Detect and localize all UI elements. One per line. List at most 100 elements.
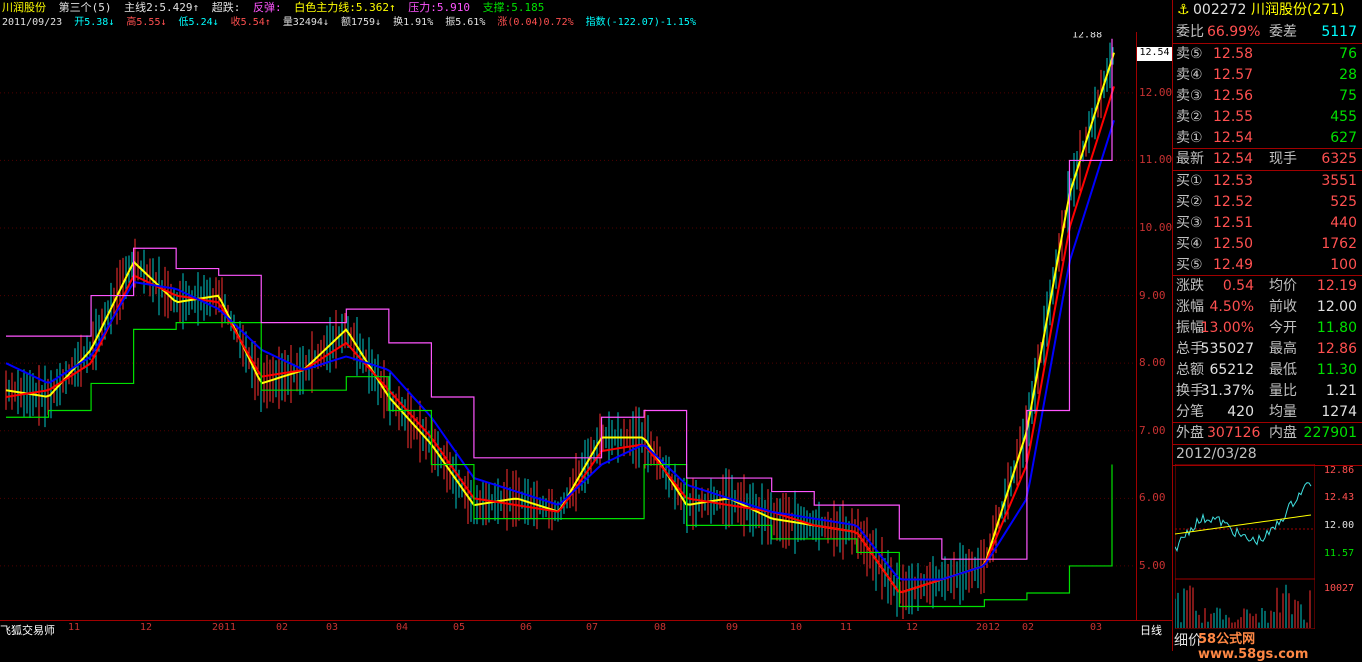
stat-label: 涨跌 <box>1176 278 1204 294</box>
stat-value-2: 11.80 <box>1316 320 1357 336</box>
stat-value-2: 1.21 <box>1325 383 1357 399</box>
y-tick-label: 10.00 <box>1139 221 1173 234</box>
stat-row: 换手 31.37% 量比 1.21 <box>1173 381 1360 401</box>
sell-price: 12.54 <box>1213 130 1254 146</box>
x-tick-label: 05 <box>453 622 466 633</box>
stat-label-2: 最低 <box>1269 362 1297 378</box>
price-chart[interactable]: 12.884.12 <box>0 32 1137 620</box>
y-tick-label: 6.00 <box>1139 491 1166 505</box>
x-tick-label: 09 <box>726 622 739 633</box>
yellow-main-line <box>5 52 1115 594</box>
sell-label: 卖④ <box>1176 67 1203 83</box>
outer-value: 307126 <box>1207 425 1261 441</box>
high-price-mark: 12.88 <box>1072 32 1102 40</box>
weicha-value: 5117 <box>1321 24 1357 40</box>
stat-row: 振幅 13.00% 今开 11.80 <box>1173 318 1360 338</box>
pressure-value: 压力:5.910 <box>408 1 470 14</box>
chart-canvas[interactable]: 12.884.12 <box>0 32 1136 620</box>
mini-axis-label: 12.86 <box>1324 465 1355 476</box>
x-tick-label: 11 <box>68 622 81 633</box>
stock-code: 002272 <box>1193 2 1247 18</box>
buy-price: 12.53 <box>1213 173 1254 189</box>
buy-price: 12.51 <box>1213 215 1254 231</box>
sell-price: 12.56 <box>1213 88 1254 104</box>
stat-row: 总额 65212 最低 11.30 <box>1173 360 1360 380</box>
open-value: 开5.38↓ <box>74 17 115 28</box>
x-tick-label: 03 <box>326 622 339 633</box>
buy-label: 买③ <box>1176 215 1203 231</box>
buy-label: 买④ <box>1176 236 1203 252</box>
intraday-mini-chart[interactable] <box>1175 464 1315 629</box>
change-value: 涨(0.04)0.72% <box>497 17 574 28</box>
sell-qty: 75 <box>1339 88 1357 104</box>
stock-name: 川润股份 <box>2 1 46 14</box>
indicator-name: 第三个(5) <box>58 1 112 14</box>
stat-row: 涨幅 4.50% 前收 12.00 <box>1173 297 1360 317</box>
stat-label: 涨幅 <box>1176 299 1204 315</box>
y-tick-label: 11.00 <box>1139 153 1173 167</box>
index-value: 指数(-122.07)-1.15% <box>585 17 696 28</box>
anchor-icon: ⚓ <box>1177 2 1190 18</box>
weibi-row: 委比 66.99% 委差 5117 <box>1173 22 1360 42</box>
buy-row: 买⑤ 12.49 100 <box>1173 255 1360 275</box>
high-value: 高5.55↓ <box>126 17 167 28</box>
stat-value: 13.00% <box>1200 320 1254 336</box>
x-tick-label: 11 <box>840 622 853 633</box>
hand-label: 现手 <box>1269 151 1297 167</box>
buy-price: 12.52 <box>1213 194 1254 210</box>
buy-row: 买① 12.53 3551 <box>1173 171 1360 191</box>
x-tick-label: 07 <box>586 622 599 633</box>
x-tick-label: 08 <box>654 622 667 633</box>
y-tick-label: 9.00 <box>1139 288 1166 302</box>
x-tick-label: 12 <box>906 622 919 633</box>
x-tick-label: 2012 <box>976 622 1001 633</box>
sell-price: 12.58 <box>1213 46 1254 62</box>
sell-label: 卖② <box>1176 109 1203 125</box>
stat-label: 总额 <box>1176 362 1204 378</box>
mini-axis-label: 10027 <box>1324 583 1355 594</box>
buy-qty: 3551 <box>1321 173 1357 189</box>
y-tick-label: 7.00 <box>1139 423 1166 437</box>
stat-label-2: 均价 <box>1269 278 1297 294</box>
stat-value-2: 12.00 <box>1316 299 1357 315</box>
stat-value: 0.54 <box>1222 278 1254 294</box>
weibi-label: 委比 <box>1176 24 1204 40</box>
software-label: 飞狐交易师 <box>0 624 55 637</box>
sell-qty: 455 <box>1330 109 1357 125</box>
x-tick-label: 02 <box>1022 622 1035 633</box>
stat-label: 分笔 <box>1176 404 1204 420</box>
bar-date: 2011/09/23 <box>2 17 63 28</box>
period-label[interactable]: 日线 <box>1140 622 1162 638</box>
sell-row: 卖④ 12.57 28 <box>1173 65 1360 85</box>
time-axis: 11 12 2011 02 03 04 05 06 07 08 09 10 11 12 2012 02 03 <box>0 620 1172 635</box>
mini-date-row: 2012/03/28 <box>1173 444 1360 464</box>
close-value: 收5.54↑ <box>230 17 271 28</box>
indicator-header: 川润股份 第三个(5) 主线2:5.429↑ 超跌: 反弹: 白色主力线:5.3… <box>0 0 1172 32</box>
sell-qty: 28 <box>1339 67 1357 83</box>
buy-qty: 100 <box>1330 257 1357 273</box>
x-tick-label: 10 <box>790 622 803 633</box>
watermark: 58公式网 www.58gs.com <box>1198 632 1309 662</box>
stat-value: 65212 <box>1209 362 1254 378</box>
buy-qty: 440 <box>1330 215 1357 231</box>
rebound-label: 反弹: <box>252 1 282 14</box>
buy-label: 买② <box>1176 194 1203 210</box>
stat-value-2: 12.86 <box>1316 341 1357 357</box>
stat-row: 涨跌 0.54 均价 12.19 <box>1173 276 1360 296</box>
sell-label: 卖① <box>1176 130 1203 146</box>
white-main-line-value: 白色主力线:5.362↑ <box>294 1 396 14</box>
sell-qty: 627 <box>1330 130 1357 146</box>
stat-value-2: 11.30 <box>1316 362 1357 378</box>
buy-qty: 525 <box>1330 194 1357 210</box>
y-tick-label: 5.00 <box>1139 558 1166 572</box>
amplitude-value: 振5.61% <box>445 17 486 28</box>
support-value: 支撑:5.185 <box>482 1 545 14</box>
stat-label-2: 今开 <box>1269 320 1297 336</box>
x-tick-label: 06 <box>520 622 533 633</box>
intraday-price-line <box>1175 482 1312 553</box>
stock-full-name: 川润股份(271) <box>1251 2 1345 18</box>
stat-row: 总手 535027 最高 12.86 <box>1173 339 1360 359</box>
sell-row: 卖① 12.54 627 <box>1173 128 1360 148</box>
stat-label-2: 前收 <box>1269 299 1297 315</box>
buy-label: 买① <box>1176 173 1203 189</box>
